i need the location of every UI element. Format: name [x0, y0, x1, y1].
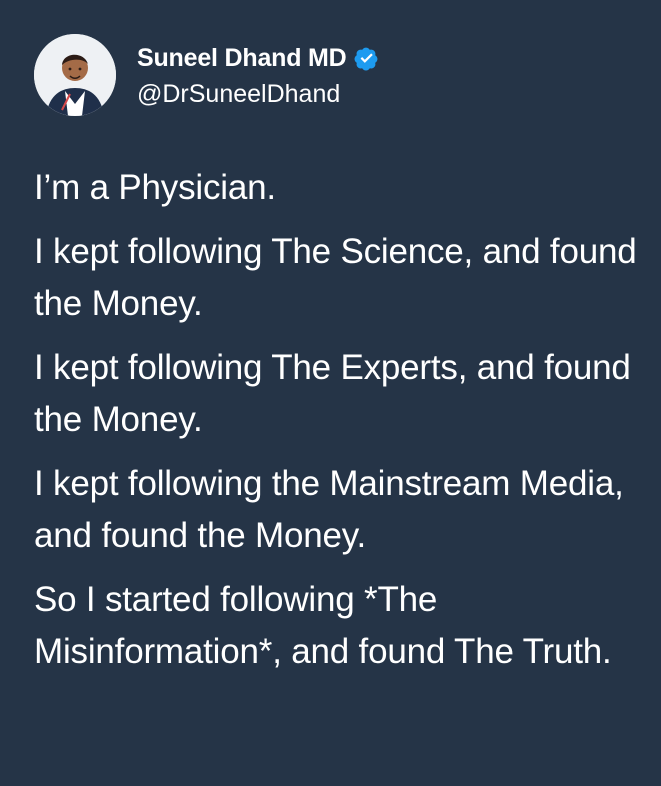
tweet-body: I’m a Physician. I kept following The Sc… — [34, 162, 644, 690]
author-display-name[interactable]: Suneel Dhand MD — [137, 44, 347, 73]
tweet-paragraph-1: I’m a Physician. — [34, 168, 276, 207]
verified-badge-icon — [354, 46, 379, 71]
author-avatar[interactable] — [34, 34, 116, 116]
tweet-paragraph-4: I kept following the Mainstream Media, a… — [34, 464, 624, 555]
tweet-header: Suneel Dhand MD @DrSuneelDhand — [34, 34, 379, 116]
author-handle[interactable]: @DrSuneelDhand — [137, 80, 379, 109]
author-name-row: Suneel Dhand MD — [137, 42, 379, 76]
author-identity: Suneel Dhand MD @DrSuneelDhand — [137, 42, 379, 109]
tweet-paragraph-3: I kept following The Experts, and found … — [34, 348, 631, 439]
tweet-card: Suneel Dhand MD @DrSuneelDhand I’m a Phy… — [0, 0, 661, 786]
tweet-paragraph-5: So I started following *The Misinformati… — [34, 580, 612, 671]
tweet-paragraph-2: I kept following The Science, and found … — [34, 232, 637, 323]
